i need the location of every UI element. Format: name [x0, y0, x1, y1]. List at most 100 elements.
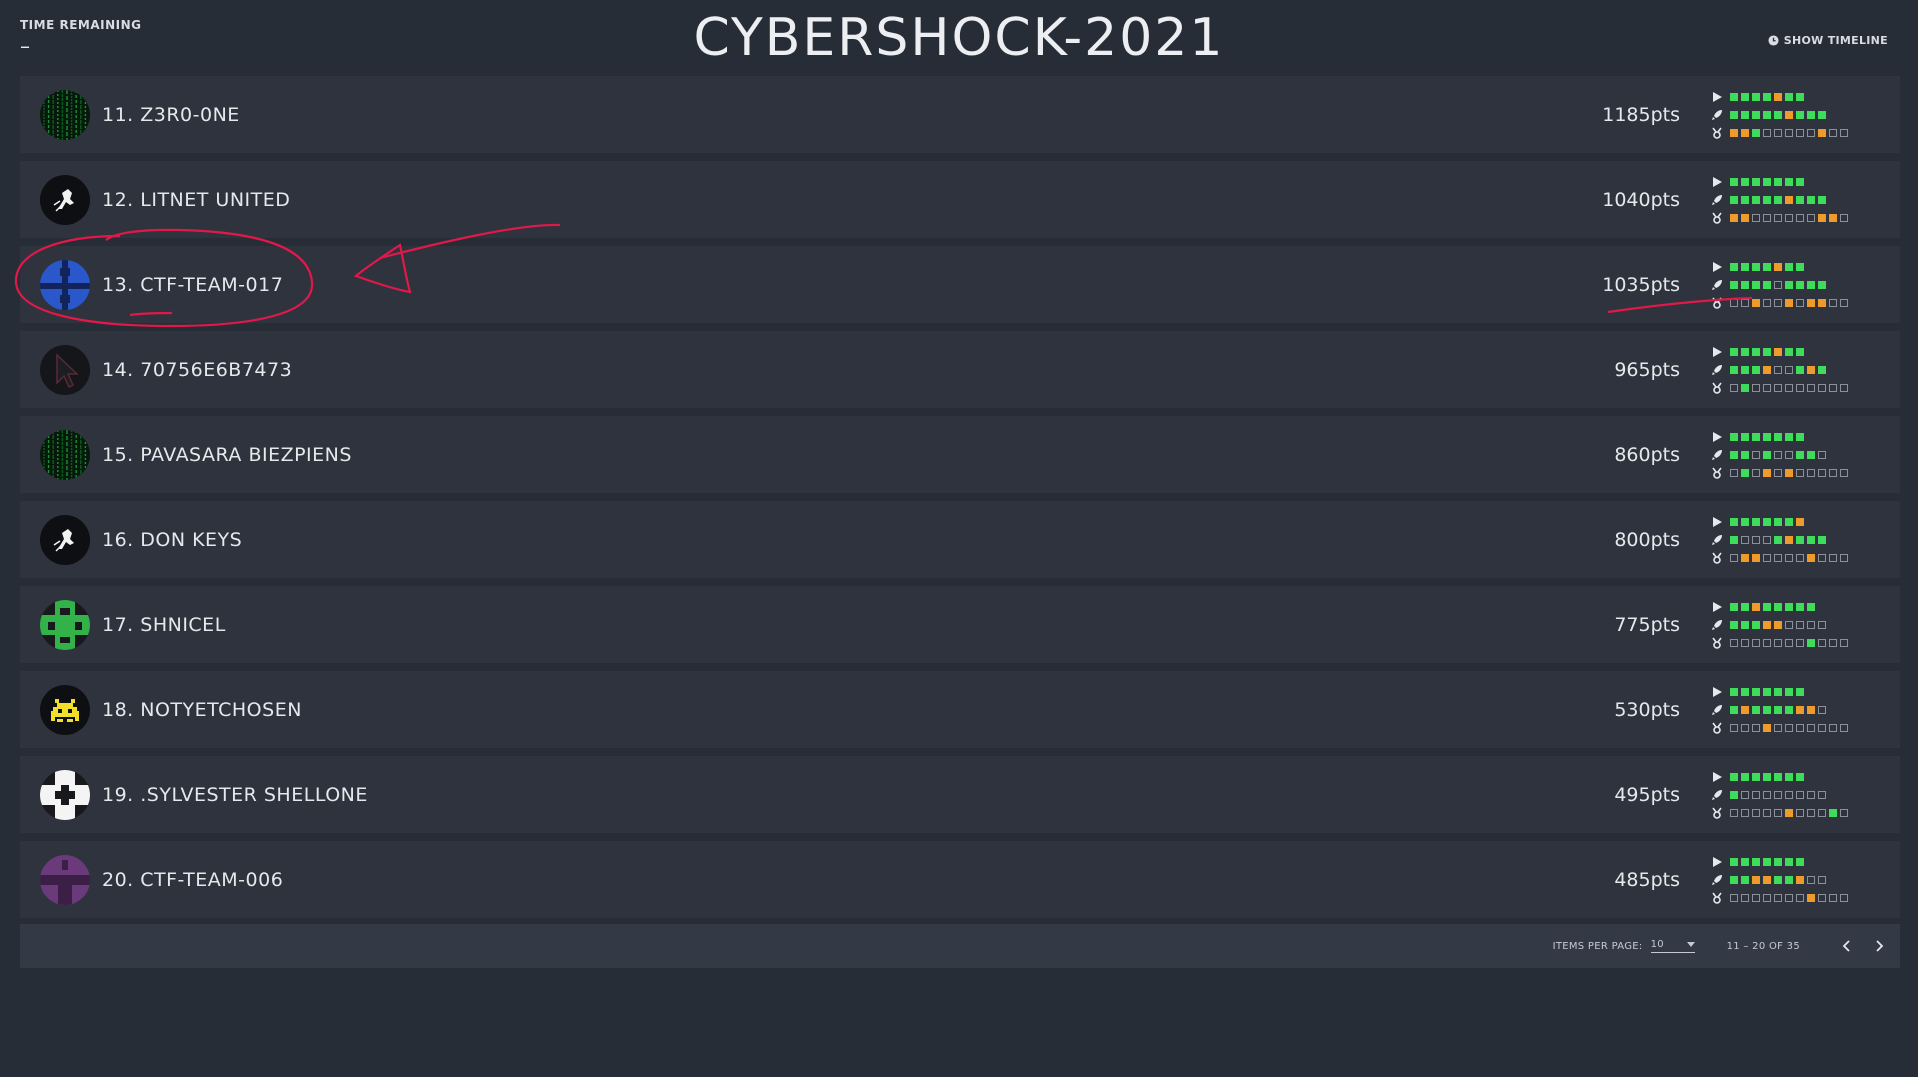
task-solved: [1730, 281, 1738, 289]
task-first-blood: [1818, 129, 1826, 137]
track-medal: [1710, 634, 1851, 652]
next-page-button[interactable]: [1868, 935, 1890, 957]
task-unsolved: [1752, 451, 1760, 459]
task-unsolved: [1840, 554, 1848, 562]
rocket-icon: [1710, 873, 1724, 887]
task-solved: [1818, 111, 1826, 119]
task-unsolved: [1818, 451, 1826, 459]
task-first-blood: [1818, 214, 1826, 222]
task-first-blood: [1741, 214, 1749, 222]
task-unsolved: [1752, 536, 1760, 544]
team-name: 18. NOTYETCHOSEN: [102, 698, 302, 721]
task-unsolved: [1741, 639, 1749, 647]
team-name: 12. LITNET UNITED: [102, 188, 291, 211]
task-solved: [1785, 773, 1793, 781]
task-solved: [1785, 281, 1793, 289]
track-play: [1710, 513, 1851, 531]
task-solved: [1741, 469, 1749, 477]
team-row[interactable]: 20. CTF-TEAM-006 485pts: [20, 841, 1900, 918]
team-row[interactable]: 18. NOTYETCHOSEN 530pts: [20, 671, 1900, 748]
task-unsolved: [1818, 621, 1826, 629]
team-row[interactable]: 19. .SYLVESTER SHELLONE 495pts: [20, 756, 1900, 833]
team-name: 13. CTF-TEAM-017: [102, 273, 284, 296]
task-unsolved: [1741, 536, 1749, 544]
task-solved: [1774, 518, 1782, 526]
task-solved: [1730, 536, 1738, 544]
task-unsolved: [1774, 639, 1782, 647]
track-medal: [1710, 209, 1851, 227]
medal-icon: [1710, 211, 1724, 225]
task-unsolved: [1818, 894, 1826, 902]
task-first-blood: [1763, 469, 1771, 477]
task-unsolved: [1807, 791, 1815, 799]
task-progress: [1710, 343, 1851, 397]
team-row[interactable]: 13. CTF-TEAM-017 1035pts: [20, 246, 1900, 323]
task-solved: [1730, 366, 1738, 374]
task-progress: [1710, 683, 1851, 737]
task-solved: [1763, 706, 1771, 714]
medal-icon: [1710, 551, 1724, 565]
rocket-icon: [1710, 788, 1724, 802]
track-play: [1710, 768, 1851, 786]
team-row[interactable]: 17. SHNICEL 775pts: [20, 586, 1900, 663]
team-row[interactable]: 14. 70756E6B7473 965pts: [20, 331, 1900, 408]
previous-page-button[interactable]: [1836, 935, 1858, 957]
team-points: 485pts: [1614, 868, 1680, 891]
track-medal: [1710, 464, 1851, 482]
task-solved: [1763, 858, 1771, 866]
task-first-blood: [1741, 706, 1749, 714]
team-points: 775pts: [1614, 613, 1680, 636]
task-unsolved: [1829, 384, 1837, 392]
task-solved: [1730, 178, 1738, 186]
task-first-blood: [1763, 621, 1771, 629]
track-rocket: [1710, 276, 1851, 294]
task-unsolved: [1774, 299, 1782, 307]
task-solved: [1818, 366, 1826, 374]
task-unsolved: [1807, 469, 1815, 477]
task-solved: [1763, 518, 1771, 526]
task-unsolved: [1730, 299, 1738, 307]
track-play: [1710, 343, 1851, 361]
task-unsolved: [1774, 791, 1782, 799]
task-solved: [1741, 518, 1749, 526]
play-icon: [1710, 260, 1724, 274]
task-unsolved: [1763, 214, 1771, 222]
task-first-blood: [1796, 876, 1804, 884]
task-unsolved: [1752, 639, 1760, 647]
team-row[interactable]: 15. PAVASARA BIEZPIENS 860pts: [20, 416, 1900, 493]
team-name: 11. Z3R0-0NE: [102, 103, 240, 126]
track-medal: [1710, 294, 1851, 312]
task-first-blood: [1774, 263, 1782, 271]
team-avatar: [40, 854, 90, 905]
team-points: 495pts: [1614, 783, 1680, 806]
team-row[interactable]: 12. LITNET UNITED 1040pts: [20, 161, 1900, 238]
task-unsolved: [1730, 639, 1738, 647]
task-unsolved: [1774, 281, 1782, 289]
medal-icon: [1710, 381, 1724, 395]
task-unsolved: [1752, 724, 1760, 732]
task-unsolved: [1840, 129, 1848, 137]
task-solved: [1796, 281, 1804, 289]
task-unsolved: [1752, 384, 1760, 392]
team-row[interactable]: 11. Z3R0-0NE 1185pts: [20, 76, 1900, 153]
task-solved: [1763, 348, 1771, 356]
task-solved: [1730, 196, 1738, 204]
task-unsolved: [1752, 894, 1760, 902]
task-unsolved: [1807, 724, 1815, 732]
task-solved: [1730, 621, 1738, 629]
task-unsolved: [1730, 469, 1738, 477]
task-solved: [1752, 688, 1760, 696]
rocket-icon: [1710, 363, 1724, 377]
task-unsolved: [1840, 809, 1848, 817]
task-solved: [1796, 366, 1804, 374]
team-row[interactable]: 16. DON KEYS 800pts: [20, 501, 1900, 578]
task-solved: [1763, 178, 1771, 186]
task-unsolved: [1840, 384, 1848, 392]
items-per-page-select[interactable]: 10: [1650, 939, 1695, 953]
task-unsolved: [1752, 791, 1760, 799]
track-play: [1710, 88, 1851, 106]
team-name: 19. .SYLVESTER SHELLONE: [102, 783, 368, 806]
task-first-blood: [1774, 621, 1782, 629]
show-timeline-button[interactable]: SHOW TIMELINE: [1768, 34, 1888, 47]
task-solved: [1829, 809, 1837, 817]
